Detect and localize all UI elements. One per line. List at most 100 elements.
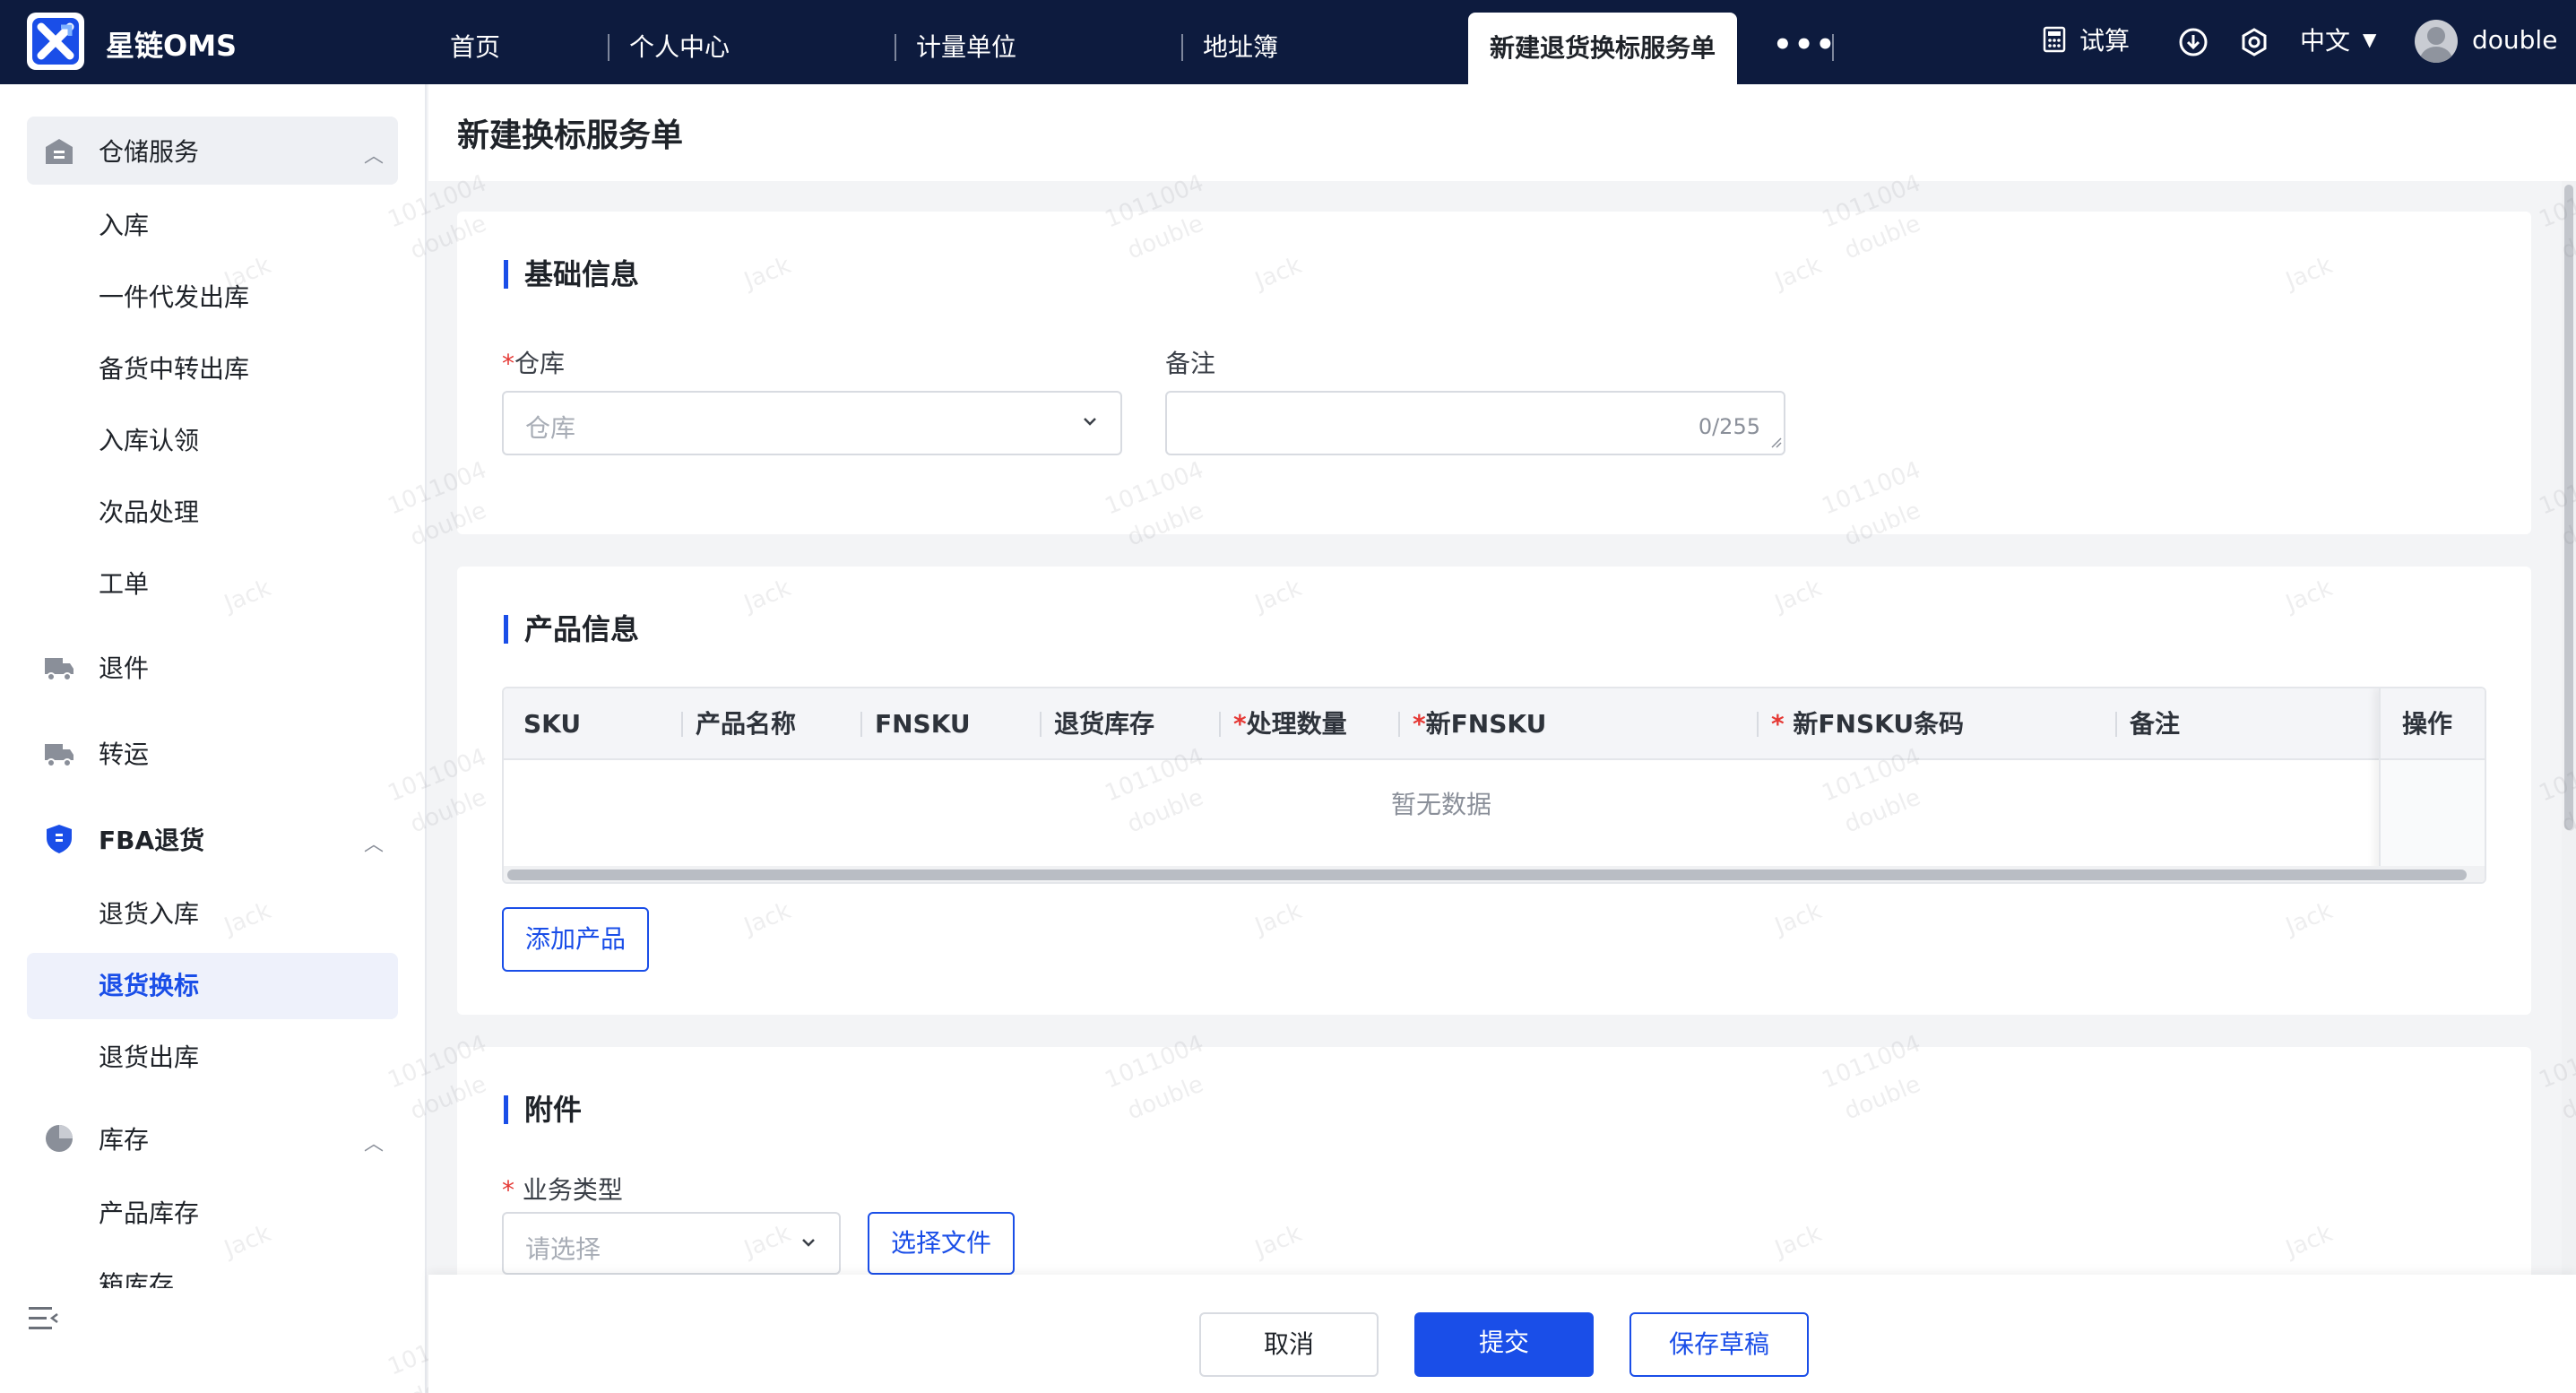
column-separator xyxy=(1040,712,1042,737)
chevron-down-icon xyxy=(1079,411,1101,432)
calc-button[interactable]: 试算 xyxy=(2042,22,2130,57)
column-header-new-fnsku: *新FNSKU xyxy=(1413,709,1547,739)
sidebar-group-fba-returns[interactable]: FBA退货 ︿ xyxy=(27,805,398,873)
chevron-up-icon: ︿ xyxy=(363,834,384,856)
section-title-attachment: 附件 xyxy=(504,1095,582,1124)
sidebar-item-inbound[interactable]: 入库 xyxy=(27,193,398,259)
sidebar-item-dropship[interactable]: 一件代发出库 xyxy=(27,264,398,331)
chevron-up-icon: ︿ xyxy=(363,1133,384,1155)
table-empty-text: 暂无数据 xyxy=(1390,790,1491,819)
column-header-sku: SKU xyxy=(523,709,582,739)
sidebar-item-return-outbound[interactable]: 退货出库 xyxy=(27,1025,398,1091)
column-header-return-stock: 退货库存 xyxy=(1054,709,1155,739)
sidebar-item-box-stock[interactable]: 箱库存 xyxy=(27,1252,398,1288)
shield-icon xyxy=(43,823,75,855)
product-table: SKU 产品名称 FNSKU 退货库存 *处理数量 *新FNSKU * 新FNS… xyxy=(502,687,2486,884)
truck-icon xyxy=(43,651,75,683)
horizontal-scrollbar-thumb[interactable] xyxy=(507,870,2467,880)
page-title: 新建换标服务单 xyxy=(457,117,684,154)
remark-label: 备注 xyxy=(1165,349,1216,378)
pie-chart-icon xyxy=(43,1122,75,1155)
business-type-placeholder: 请选择 xyxy=(525,1234,601,1264)
basic-info-card: 基础信息 *仓库 仓库 备注 0/255 xyxy=(457,212,2531,534)
column-separator xyxy=(681,712,683,737)
app-logo[interactable] xyxy=(27,13,84,70)
table-header: SKU 产品名称 FNSKU 退货库存 *处理数量 *新FNSKU * 新FNS… xyxy=(504,688,2485,760)
calc-label: 试算 xyxy=(2079,26,2131,56)
sidebar-group-returns[interactable]: 退件 xyxy=(27,633,398,701)
required-mark: * xyxy=(502,1175,523,1205)
column-separator xyxy=(1219,712,1221,737)
sidebar-group-transship[interactable]: 转运 xyxy=(27,719,398,787)
nav-tab-address-book[interactable]: 地址簿 xyxy=(1203,0,1278,84)
nav-tab-profile[interactable]: 个人中心 xyxy=(629,0,730,84)
sidebar-group-label: 仓储服务 xyxy=(99,137,200,167)
chevron-up-icon: ︿ xyxy=(363,145,384,168)
horizontal-scrollbar[interactable] xyxy=(504,866,2485,882)
caret-down-icon: ▼ xyxy=(2363,29,2377,50)
sidebar-group-label: FBA退货 xyxy=(99,826,205,855)
sidebar-item-work-order[interactable]: 工单 xyxy=(27,551,398,618)
sidebar-item-transfer-out[interactable]: 备货中转出库 xyxy=(27,336,398,402)
nav-separator xyxy=(1832,34,1834,61)
nav-separator xyxy=(895,34,896,61)
nav-tab-home[interactable]: 首页 xyxy=(450,0,500,84)
column-separator xyxy=(2115,712,2117,737)
column-header-quantity: *处理数量 xyxy=(1233,709,1347,739)
column-separator xyxy=(1398,712,1400,737)
cancel-button[interactable]: 取消 xyxy=(1199,1312,1379,1377)
actions-column: 操作 xyxy=(2379,688,2485,882)
nav-more-button[interactable]: ••• xyxy=(1773,27,1837,63)
nav-separator xyxy=(1181,34,1183,61)
nav-tab-units[interactable]: 计量单位 xyxy=(916,0,1016,84)
language-select[interactable]: 中文 ▼ xyxy=(2300,22,2376,57)
truck-icon xyxy=(43,737,75,769)
column-header-actions: 操作 xyxy=(2402,709,2453,739)
app-name: 星链OMS xyxy=(106,29,238,63)
warehouse-select[interactable]: 仓库 xyxy=(502,391,1122,455)
avatar[interactable] xyxy=(2415,20,2458,63)
select-file-button[interactable]: 选择文件 xyxy=(868,1212,1015,1275)
vertical-scrollbar-thumb[interactable] xyxy=(2564,185,2573,830)
business-type-select[interactable]: 请选择 xyxy=(502,1212,841,1275)
required-mark: * xyxy=(502,349,514,378)
sidebar-group-label: 转运 xyxy=(99,740,150,769)
remark-char-counter: 0/255 xyxy=(1698,414,1760,439)
language-label: 中文 xyxy=(2300,26,2351,56)
column-separator xyxy=(1757,712,1759,737)
username[interactable]: double xyxy=(2472,25,2557,55)
nav-separator xyxy=(608,34,609,61)
sidebar-item-return-relabel[interactable]: 退货换标 xyxy=(27,953,398,1019)
column-header-product-name: 产品名称 xyxy=(696,709,797,739)
form-footer: 取消 提交 保存草稿 xyxy=(428,1275,2576,1393)
menu-collapse-icon[interactable] xyxy=(29,1305,59,1332)
top-navbar: 星链OMS 首页 个人中心 计量单位 地址簿 新建退货换标服务单 ••• 试算 … xyxy=(0,0,2576,84)
warehouse-icon xyxy=(43,134,75,167)
column-separator xyxy=(860,712,862,737)
remark-textarea[interactable]: 0/255 xyxy=(1165,391,1785,455)
add-product-button[interactable]: 添加产品 xyxy=(502,907,649,972)
sidebar-group-label: 库存 xyxy=(99,1125,150,1155)
sidebar-item-product-stock[interactable]: 产品库存 xyxy=(27,1181,398,1247)
sidebar-item-inbound-claim[interactable]: 入库认领 xyxy=(27,408,398,474)
calculator-icon xyxy=(2042,26,2067,53)
nav-tab-active[interactable]: 新建退货换标服务单 xyxy=(1468,13,1738,84)
section-title-product: 产品信息 xyxy=(504,615,639,644)
sidebar-item-return-inbound[interactable]: 退货入库 xyxy=(27,881,398,947)
sidebar-group-inventory[interactable]: 库存 ︿ xyxy=(27,1104,398,1172)
resize-handle-icon[interactable] xyxy=(1769,435,1782,452)
page-header: 新建换标服务单 xyxy=(428,84,2576,181)
warehouse-label: *仓库 xyxy=(502,349,566,378)
save-draft-button[interactable]: 保存草稿 xyxy=(1629,1312,1809,1377)
chevron-down-icon xyxy=(798,1232,819,1253)
sidebar: 仓储服务 ︿ 入库 一件代发出库 备货中转出库 入库认领 次品处理 工单 退件 … xyxy=(0,84,427,1393)
sidebar-item-defective[interactable]: 次品处理 xyxy=(27,480,398,546)
column-header-new-fnsku-barcode: * 新FNSKU条码 xyxy=(1771,709,1965,739)
download-icon[interactable] xyxy=(2178,27,2209,57)
column-header-remark: 备注 xyxy=(2130,709,2181,739)
settings-icon[interactable] xyxy=(2239,27,2269,57)
sidebar-group-warehouse[interactable]: 仓储服务 ︿ xyxy=(27,117,398,185)
section-title-basic: 基础信息 xyxy=(504,260,639,289)
warehouse-placeholder: 仓库 xyxy=(525,413,576,443)
submit-button[interactable]: 提交 xyxy=(1414,1312,1594,1377)
